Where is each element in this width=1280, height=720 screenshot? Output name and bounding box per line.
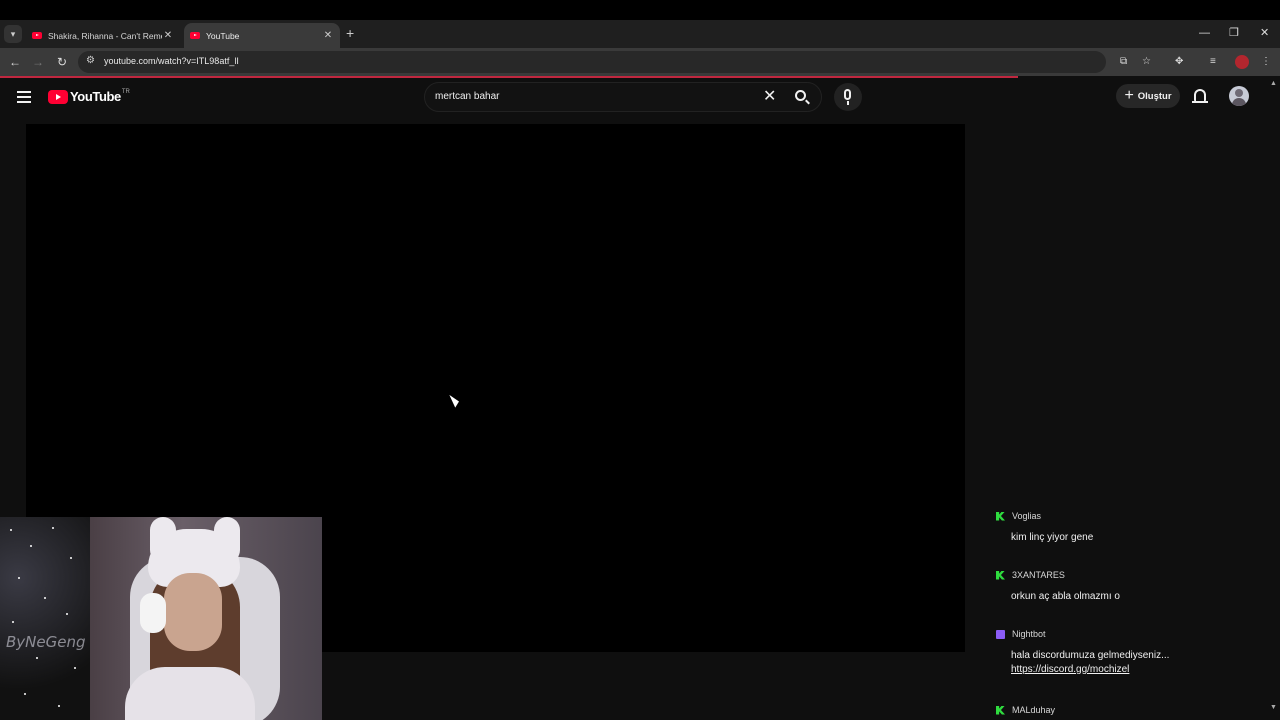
stream-top-strip [0,0,1280,20]
new-tab-plus-icon[interactable]: + [346,24,354,42]
youtube-header: YouTube TR mertcan bahar ✕ + Oluştur [0,78,1280,118]
clear-search-icon[interactable]: ✕ [763,88,776,106]
chat-text: orkun aç abla olmazmı o [1011,591,1120,602]
hamburger-menu-icon[interactable] [17,91,31,106]
chat-username: Voglias [1012,511,1042,521]
scroll-down-arrow-icon[interactable]: ▼ [1270,704,1277,711]
headset [140,593,166,633]
address-bar[interactable]: ⚙ youtube.com/watch?v=ITL98atf_lI [78,51,1106,73]
extensions-puzzle-icon[interactable]: ✥ [1175,56,1183,67]
youtube-favicon-icon [32,32,42,39]
chat-text: kim linç yiyor gene [1011,532,1094,543]
restore-icon[interactable]: ❐ [1229,24,1239,42]
close-window-icon[interactable]: ✕ [1260,24,1269,42]
chat-username: MALduhay [1012,705,1056,715]
tab-search-chevron-icon[interactable]: ▾ [4,25,22,43]
minimize-icon[interactable]: — [1199,24,1210,42]
forward-arrow-icon[interactable]: → [29,53,47,71]
browser-tab-youtube[interactable]: YouTube ✕ [184,23,340,48]
browser-tab-bar: ▾ Shakira, Rihanna - Can't Remem ✕ YouTu… [0,20,1280,48]
chat-link[interactable]: https://discord.gg/mochizel [1011,664,1260,675]
search-box[interactable]: mertcan bahar ✕ [424,82,822,112]
browser-toolbar: ← → ↻ ⚙ youtube.com/watch?v=ITL98atf_lI … [0,48,1280,76]
scroll-up-arrow-icon[interactable]: ▲ [1270,80,1277,87]
reload-icon[interactable]: ↻ [53,53,71,71]
chat-username: Nightbot [1012,629,1046,639]
chat-message: Nightbot hala discordumuza gelmediyseniz… [990,627,1260,675]
tab-title: Shakira, Rihanna - Can't Remem [48,30,162,41]
chat-message: 3XANTARES orkun aç abla olmazmı o [990,568,1260,605]
install-app-icon[interactable]: ⧉ [1120,56,1127,67]
search-input[interactable]: mertcan bahar [435,91,499,102]
streamer-face [164,573,222,651]
webcam-watermark: ByNeGeng [6,633,86,651]
chat-message: MALduhay [990,703,1260,717]
tab-title: YouTube [206,30,240,41]
chat-username: 3XANTARES [1012,570,1065,580]
bookmark-star-icon[interactable]: ☆ [1142,56,1151,67]
browser-tab-shakira[interactable]: Shakira, Rihanna - Can't Remem ✕ [26,23,180,48]
voice-search-mic-icon[interactable] [834,83,862,111]
close-tab-icon[interactable]: ✕ [162,30,174,41]
country-code: TR [121,88,130,95]
url-text: youtube.com/watch?v=ITL98atf_lI [104,56,239,66]
youtube-logo[interactable]: YouTube TR [48,89,130,104]
browser-profile-avatar[interactable] [1235,55,1249,69]
site-info-icon[interactable]: ⚙ [86,55,95,66]
chat-message: Voglias kim linç yiyor gene [990,509,1260,546]
youtube-favicon-icon [190,32,200,39]
twitch-logo-icon [996,629,1005,639]
search-icon[interactable] [795,90,806,101]
streamer-webcam-overlay: ByNeGeng [0,517,322,720]
notifications-bell-icon[interactable] [1192,89,1208,103]
kick-logo-icon [996,570,1005,580]
streamer-shirt [125,667,255,720]
youtube-play-icon [48,89,68,104]
media-control-icon[interactable]: ≡ [1210,56,1216,67]
kick-logo-icon [996,705,1005,715]
close-tab-icon[interactable]: ✕ [322,30,334,41]
youtube-wordmark: YouTube [70,89,121,104]
chat-text: hala discordumuza gelmediyseniz... [1011,650,1170,661]
back-arrow-icon[interactable]: ← [6,53,24,71]
kick-logo-icon [996,511,1005,521]
create-label: Oluştur [1137,90,1172,102]
account-avatar[interactable] [1229,86,1249,106]
fairy-lights-background [0,517,90,720]
browser-menu-icon[interactable]: ⋮ [1261,56,1271,67]
plus-icon: + [1124,87,1134,104]
create-button[interactable]: + Oluştur [1116,84,1180,108]
